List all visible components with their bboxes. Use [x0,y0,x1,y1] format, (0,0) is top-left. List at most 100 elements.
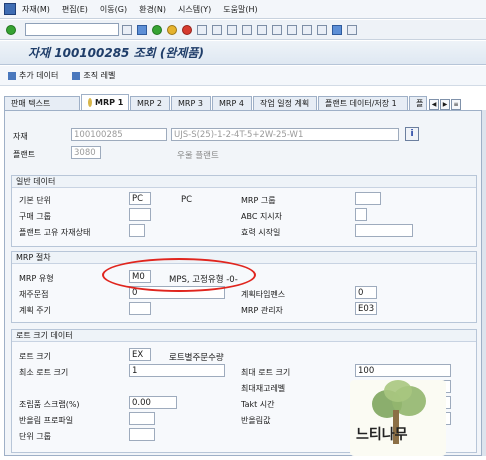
assembly-scrap-label: 조립품 스크랩(%) [19,400,80,409]
material-field: 100100285 [71,128,167,141]
mrp-group-field[interactable] [355,192,381,205]
prev-page-icon[interactable] [257,24,267,35]
layout-icon[interactable] [347,24,357,35]
mrp-group-label: MRP 그룹 [241,196,276,205]
shortcut-icon[interactable] [317,24,327,35]
purchasing-group-field[interactable] [129,208,151,221]
material-description-field: UJS-S(25)-1-2-4T-5+2W-25-W1 [171,128,399,141]
rounding-value-label: 반올림값 [241,416,271,425]
info-icon[interactable]: i [405,127,419,141]
command-field[interactable] [25,23,119,36]
tab-sales-text[interactable]: 판매 텍스트 [4,96,80,110]
additional-data-button[interactable]: 추가 데이터 [8,70,58,81]
tab-strip: 판매 텍스트 MRP 1 MRP 2 MRP 3 MRP 4 작업 일정 계획 … [4,94,482,110]
tab-mrp3[interactable]: MRP 3 [171,96,211,110]
exit-icon[interactable] [167,24,177,35]
sap-logo-icon [4,3,16,15]
find-icon[interactable] [212,24,222,35]
valid-from-label: 효력 시작일 [241,228,281,237]
tab-scroll-left-icon[interactable]: ◀ [429,99,439,110]
lot-size-field[interactable]: EX [129,348,151,361]
mrp-controller-field[interactable]: E03 [355,302,377,315]
print-icon[interactable] [197,24,207,35]
tab-list-icon[interactable]: ≡ [451,99,461,110]
cancel-icon[interactable] [182,24,192,35]
org-tree-icon [72,71,81,80]
purchasing-group-label: 구매 그룹 [19,212,51,221]
tab-plant-more[interactable]: 플 [409,96,427,110]
title-bar: 자재 100100285 조회 (완제품) [0,41,486,65]
tab-scroll-right-icon[interactable]: ▶ [440,99,450,110]
planning-cycle-label: 계획 주기 [19,306,51,315]
material-label: 자재 [13,132,28,141]
unit-group-label: 단위 그룹 [19,432,51,441]
lot-size-title: 로트 크기 데이터 [12,330,476,342]
tab-mrp1-label: MRP 1 [95,98,124,107]
plant-status-field[interactable] [129,224,145,237]
mrp-procedure-title: MRP 절차 [12,252,476,264]
logo-text: 느티나무 [356,427,408,443]
save-icon[interactable] [137,24,147,35]
planning-cycle-field[interactable] [129,302,151,315]
menu-system[interactable]: 시스템(Y) [178,4,211,15]
abc-indicator-field[interactable] [355,208,367,221]
menu-material[interactable]: 자재(M) [22,4,50,15]
back-icon[interactable] [152,24,162,35]
takt-time-label: Takt 시간 [241,400,275,409]
enter-icon[interactable] [6,24,16,35]
base-unit-field[interactable]: PC [129,192,151,205]
menu-edit[interactable]: 편집(E) [62,4,88,15]
menu-goto[interactable]: 이동(G) [100,4,127,15]
tab-mrp4[interactable]: MRP 4 [212,96,252,110]
valid-from-field[interactable] [355,224,413,237]
base-unit-text: PC [181,195,193,205]
general-data-title: 일반 데이터 [12,176,476,188]
mrp-controller-label: MRP 관리자 [241,306,283,315]
rounding-profile-field[interactable] [129,412,155,425]
mrp-tab-icon [88,98,92,107]
tab-mrp1[interactable]: MRP 1 [81,94,129,110]
max-stock-level-label: 최대재고레벨 [241,384,286,393]
tab-work-scheduling[interactable]: 작업 일정 계획 [253,96,317,110]
min-lot-size-field[interactable]: 1 [129,364,225,377]
highlight-annotation [102,258,256,292]
arrow-icon [8,71,16,80]
planning-fence-label: 계획타임펜스 [241,290,286,299]
base-unit-label: 기본 단위 [19,196,51,205]
max-lot-size-field[interactable]: 100 [355,364,451,377]
menu-environment[interactable]: 환경(N) [139,4,166,15]
plant-label: 플랜트 [13,150,36,159]
menu-bar: 자재(M) 편집(E) 이동(G) 환경(N) 시스템(Y) 도움말(H) [0,0,486,19]
plant-field: 3080 [71,146,101,159]
page-title: 자재 100100285 조회 (완제품) [28,46,204,60]
org-levels-button[interactable]: 조직 레벨 [72,70,115,81]
application-toolbar: 추가 데이터 조직 레벨 [0,66,486,86]
find-next-icon[interactable] [227,24,237,35]
lot-size-label: 로트 크기 [19,352,51,361]
next-page-icon[interactable] [272,24,282,35]
max-lot-size-label: 최대 로트 크기 [241,368,291,377]
first-page-icon[interactable] [242,24,252,35]
menu-help[interactable]: 도움말(H) [223,4,257,15]
planning-fence-field[interactable]: 0 [355,286,377,299]
rounding-profile-label: 반올림 프로파일 [19,416,74,425]
tab-mrp2[interactable]: MRP 2 [130,96,170,110]
new-session-icon[interactable] [302,24,312,35]
mrp-type-label: MRP 유형 [19,274,54,283]
min-lot-size-label: 최소 로트 크기 [19,368,69,377]
unit-group-field[interactable] [129,428,155,441]
reorder-point-label: 재주문점 [19,290,49,299]
tab-plant-data-storage1[interactable]: 플랜트 데이터/저장 1 [318,96,408,110]
plant-description: 우울 플랜트 [177,151,219,161]
abc-indicator-label: ABC 지시자 [241,212,283,221]
org-levels-label: 조직 레벨 [83,71,116,80]
assembly-scrap-field[interactable]: 0.00 [129,396,177,409]
dropdown-icon[interactable] [122,24,132,35]
last-page-icon[interactable] [287,24,297,35]
plant-status-label: 플랜트 고유 자재상태 [19,228,91,237]
additional-data-label: 추가 데이터 [19,71,59,80]
help-icon[interactable] [332,24,342,35]
tree-canopy-top [384,380,412,402]
watermark-logo: 느티나무 [350,380,446,456]
vertical-scrollbar[interactable] [482,110,486,456]
